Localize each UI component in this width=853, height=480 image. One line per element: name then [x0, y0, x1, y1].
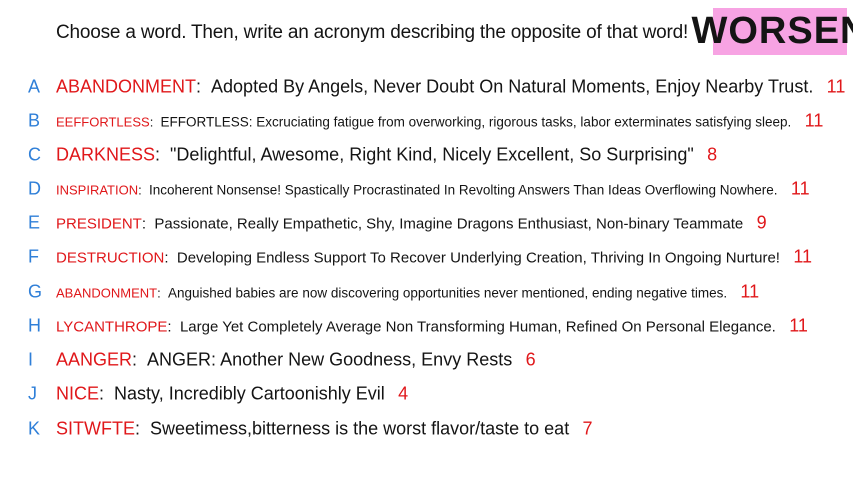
entry-score: 9 — [756, 212, 767, 233]
entry-letter: G — [28, 281, 43, 302]
entry-word: PRESIDENT — [56, 215, 142, 233]
entry-score: 11 — [790, 178, 810, 199]
entry-letter: D — [28, 178, 41, 199]
entry-row: A ABANDONMENT: Adopted By Angels, Never … — [28, 76, 846, 97]
entry-row: D INSPIRATION: Incoherent Nonsense! Spas… — [28, 178, 810, 199]
entry-row: F DESTRUCTION: Developing Endless Suppor… — [28, 246, 812, 267]
entry-word: AANGER — [56, 349, 133, 370]
entry-word: ABANDONMENT — [56, 285, 158, 301]
entry-score: 11 — [826, 76, 846, 97]
entries-list: A ABANDONMENT: Adopted By Angels, Never … — [0, 0, 853, 480]
entry-acronym: Sweetimess,bitterness is the worst flavo… — [150, 418, 570, 439]
entry-acronym: Incoherent Nonsense! Spastically Procras… — [148, 182, 778, 198]
entry-acronym: Developing Endless Support To Recover Un… — [176, 249, 780, 267]
entry-acronym: EFFORTLESS: Excruciating fatigue from ov… — [160, 114, 792, 130]
entry-letter: F — [28, 246, 39, 267]
entry-row: B EEFFORTLESS: EFFORTLESS: Excruciating … — [28, 110, 824, 131]
entry-score: 7 — [582, 418, 593, 439]
entry-row: H LYCANTHROPE: Large Yet Completely Aver… — [28, 315, 808, 336]
entry-acronym: Passionate, Really Empathetic, Shy, Imag… — [154, 215, 744, 233]
entry-acronym: "Delightful, Awesome, Right Kind, Nicely… — [170, 144, 694, 165]
entry-letter: J — [28, 383, 37, 404]
entry-word: SITWFTE — [56, 418, 135, 439]
entry-row: J NICE: Nasty, Incredibly Cartoonishly E… — [28, 383, 409, 404]
entry-acronym: Large Yet Completely Average Non Transfo… — [179, 318, 776, 336]
entry-score: 11 — [740, 281, 760, 302]
entry-letter: E — [28, 212, 41, 233]
entry-acronym: Adopted By Angels, Never Doubt On Natura… — [211, 76, 814, 97]
entry-score: 6 — [525, 349, 536, 370]
entry-word: ABANDONMENT — [56, 76, 197, 97]
entry-row: C DARKNESS: "Delightful, Awesome, Right … — [28, 144, 718, 165]
entry-word: LYCANTHROPE — [56, 318, 168, 336]
entry-acronym: ANGER: Another New Goodness, Envy Rests — [147, 349, 513, 370]
entry-score: 8 — [707, 144, 718, 165]
entry-score: 11 — [804, 110, 824, 131]
entry-word: NICE — [56, 383, 100, 404]
entry-acronym: Nasty, Incredibly Cartoonishly Evil — [114, 383, 385, 404]
entry-row: K SITWFTE: Sweetimess,bitterness is the … — [28, 418, 593, 439]
entry-letter: I — [28, 349, 34, 370]
entry-letter: A — [28, 76, 41, 97]
entry-score: 4 — [398, 383, 409, 404]
entry-score: 11 — [789, 315, 808, 336]
entry-score: 11 — [793, 246, 812, 267]
entry-letter: B — [28, 110, 41, 131]
entry-acronym: Anguished babies are now discovering opp… — [167, 285, 728, 301]
entry-row: E PRESIDENT: Passionate, Really Empathet… — [28, 212, 767, 233]
entry-letter: K — [28, 418, 41, 439]
entry-letter: C — [28, 144, 41, 165]
entry-word: DESTRUCTION — [56, 249, 165, 267]
entry-word: INSPIRATION — [56, 182, 139, 198]
entry-row: G ABANDONMENT: Anguished babies are now … — [28, 281, 760, 302]
entry-row: I AANGER: ANGER: Another New Goodness, E… — [28, 349, 536, 370]
entry-word: EEFFORTLESS — [56, 114, 150, 130]
entry-letter: H — [28, 315, 41, 336]
entry-word: DARKNESS — [56, 144, 156, 165]
